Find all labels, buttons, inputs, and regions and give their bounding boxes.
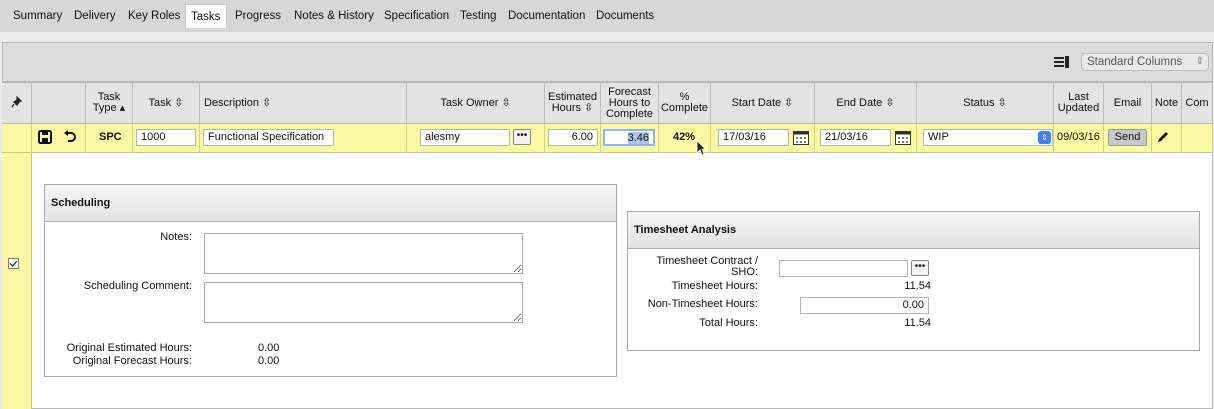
- task-input[interactable]: 1000: [136, 129, 196, 146]
- tab-specification[interactable]: Specification: [379, 4, 454, 28]
- forecast-hours-input[interactable]: 3.46: [603, 129, 655, 146]
- description-input[interactable]: Functional Specification: [203, 129, 334, 146]
- owner-lookup-button[interactable]: •••: [513, 129, 531, 145]
- grid-toolbar: [2, 42, 1213, 82]
- save-icon[interactable]: [38, 130, 52, 147]
- row-com-cell: [1182, 124, 1213, 153]
- tab-delivery[interactable]: Delivery: [69, 4, 121, 28]
- note-header: Note: [1152, 82, 1182, 124]
- last-updated-header[interactable]: Last Updated: [1054, 82, 1104, 124]
- scheduling-comment-label: Scheduling Comment:: [83, 280, 192, 292]
- pct-complete-value: 42%: [673, 131, 696, 143]
- column-set-label: Standard Columns: [1087, 56, 1183, 68]
- select-chevron-icon: ⇕: [1195, 56, 1204, 67]
- timesheet-hours-label: Timesheet Hours:: [671, 280, 758, 292]
- tab-progress[interactable]: Progress: [230, 4, 286, 28]
- timesheet-title: Timesheet Analysis: [628, 212, 1199, 249]
- timesheet-hours-value: 11.54: [904, 280, 931, 292]
- estimated-hours-header[interactable]: Estimated Hours ⇳: [545, 82, 601, 124]
- tab-summary[interactable]: Summary: [8, 4, 67, 28]
- description-header[interactable]: Description ⇳: [200, 82, 407, 124]
- total-hours-value: 11.54: [904, 317, 931, 329]
- end-date-header[interactable]: End Date ⇳: [815, 82, 917, 124]
- status-value: WIP: [928, 131, 949, 143]
- start-date-calendar-icon[interactable]: [793, 131, 809, 145]
- notes-textarea[interactable]: [204, 233, 523, 274]
- orig-est-value: 0.00: [258, 342, 280, 354]
- pin-column-header[interactable]: [2, 82, 32, 124]
- task-header[interactable]: Task ⇳: [133, 82, 200, 124]
- status-select[interactable]: WIP ⇕: [923, 129, 1053, 146]
- estimated-hours-input[interactable]: 6.00: [548, 129, 598, 146]
- forecast-hours-selection: 3.46: [627, 132, 649, 144]
- tab-documentation[interactable]: Documentation: [503, 4, 590, 28]
- non-timesheet-hours-label: Non-Timesheet Hours:: [647, 298, 758, 310]
- timesheet-contract-input[interactable]: [779, 260, 908, 277]
- orig-est-label: Original Estimated Hours:: [66, 342, 192, 354]
- pct-complete-header[interactable]: % Complete: [659, 82, 711, 124]
- scheduling-comment-textarea[interactable]: [204, 282, 523, 323]
- task-owner-input[interactable]: alesmy: [420, 129, 510, 146]
- send-email-button[interactable]: Send: [1108, 129, 1147, 146]
- total-hours-label: Total Hours:: [699, 317, 758, 329]
- orig-fc-value: 0.00: [258, 355, 280, 367]
- tab-key-roles[interactable]: Key Roles: [123, 4, 185, 28]
- notes-label: Notes:: [160, 231, 192, 243]
- status-stepper-icon: ⇕: [1038, 131, 1051, 144]
- row-pin-cell: [2, 124, 32, 153]
- pencil-icon[interactable]: [1156, 130, 1170, 147]
- email-header: Email: [1104, 82, 1152, 124]
- tab-tasks[interactable]: Tasks: [185, 4, 227, 28]
- com-header: Com: [1182, 82, 1213, 124]
- start-date-header[interactable]: Start Date ⇳: [711, 82, 815, 124]
- pin-icon: [11, 95, 23, 111]
- tab-testing[interactable]: Testing: [455, 4, 501, 28]
- columns-icon[interactable]: [1054, 56, 1070, 68]
- last-updated-value: 09/03/16: [1057, 131, 1100, 143]
- start-date-input[interactable]: 17/03/16: [718, 129, 789, 146]
- detail-strip: [2, 153, 32, 409]
- actions-column-header: [32, 82, 86, 124]
- contract-lookup-button[interactable]: •••: [911, 260, 929, 276]
- end-date-calendar-icon[interactable]: [895, 131, 911, 145]
- end-date-input[interactable]: 21/03/16: [820, 129, 891, 146]
- checkbox-icon[interactable]: [8, 258, 19, 272]
- task-owner-header[interactable]: Task Owner ⇳: [407, 82, 545, 124]
- task-type-header[interactable]: Task Type ▴: [86, 82, 133, 124]
- tab-documents[interactable]: Documents: [591, 4, 659, 28]
- non-timesheet-hours-input[interactable]: 0.00: [800, 297, 929, 314]
- column-set-select[interactable]: Standard Columns ⇕: [1081, 53, 1209, 71]
- tab-notes-history[interactable]: Notes & History: [289, 4, 379, 28]
- task-type-value: SPC: [99, 131, 122, 143]
- scheduling-title: Scheduling: [45, 185, 616, 222]
- timesheet-contract-label: Timesheet Contract / SHO:: [656, 255, 758, 278]
- status-header[interactable]: Status ⇳: [917, 82, 1054, 124]
- undo-icon[interactable]: [63, 130, 77, 147]
- orig-fc-label: Original Forecast Hours:: [72, 355, 192, 367]
- mouse-cursor-icon: [696, 140, 707, 159]
- forecast-hours-header[interactable]: Forecast Hours to Complete: [601, 82, 659, 124]
